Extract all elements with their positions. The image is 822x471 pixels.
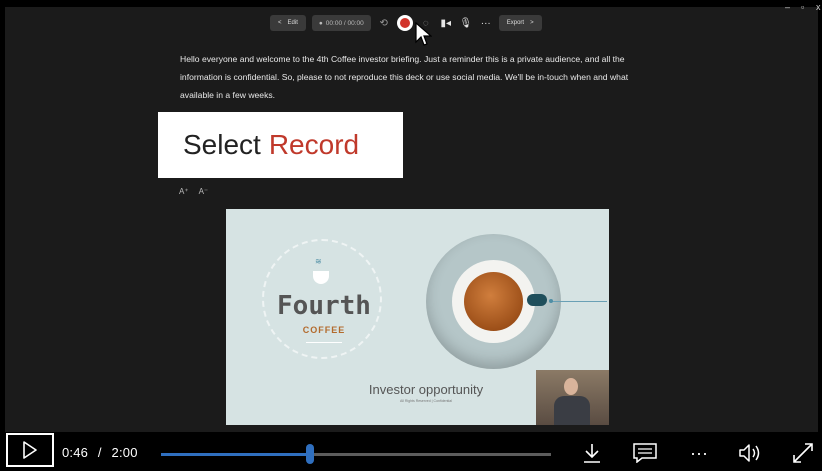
captions-button[interactable] [630, 440, 660, 466]
time-display: 0:46 / 2:00 [62, 445, 138, 460]
duration: 2:00 [111, 445, 138, 460]
more-icon: ··· [690, 442, 708, 463]
brand-fourth: Fourth [277, 291, 371, 321]
callout-highlight: Record [268, 129, 360, 160]
record-button[interactable] [396, 15, 413, 31]
export-label: Export [506, 20, 525, 26]
slide-title: Investor opportunity [368, 382, 484, 397]
close-button[interactable]: x [816, 0, 821, 14]
play-button[interactable] [6, 433, 54, 467]
seek-thumb[interactable] [306, 444, 315, 464]
minimize-button[interactable]: – [785, 0, 790, 14]
connector-line [551, 301, 607, 302]
seek-progress [161, 453, 311, 456]
chevron-left-icon: < [278, 20, 282, 26]
fullscreen-button[interactable] [788, 440, 818, 466]
more-options-icon[interactable]: ··· [479, 18, 493, 29]
coffee-cup [452, 260, 535, 343]
volume-icon [739, 444, 760, 462]
current-time: 0:46 [62, 445, 89, 460]
export-button[interactable]: Export > [498, 15, 542, 31]
more-button[interactable]: ··· [684, 440, 714, 466]
maximize-button[interactable]: ▫ [801, 0, 804, 14]
callout-prefix: Select [183, 129, 261, 160]
timer-text: 00:00 / 00:00 [325, 19, 364, 27]
coffee-photo [426, 234, 561, 369]
download-button[interactable] [577, 440, 607, 466]
font-size-controls: A⁺ A⁻ [179, 187, 208, 196]
slide-preview: ≋ Fourth COFFEE Investor opportunity All… [226, 209, 609, 425]
record-icon [399, 18, 410, 28]
presenter-body [554, 396, 590, 425]
time-separator: / [97, 445, 102, 460]
decrease-font-button[interactable]: A⁻ [199, 187, 209, 196]
camera-icon[interactable]: ▮◂ [439, 18, 453, 29]
logo-underline [306, 342, 342, 343]
connector-dot [549, 299, 553, 303]
retake-icon[interactable]: ⟲ [377, 18, 391, 29]
fullscreen-icon [793, 443, 813, 463]
teleprompter-text: Hello everyone and welcome to the 4th Co… [180, 54, 629, 100]
recording-timer: ● 00:00 / 00:00 [311, 15, 371, 31]
steam-icon: ≋ [315, 257, 322, 266]
volume-button[interactable] [736, 440, 766, 466]
camera-preview [536, 370, 609, 425]
presenter-head [564, 378, 578, 395]
mouse-cursor-icon [415, 22, 432, 46]
edit-label: Edit [287, 20, 298, 26]
seek-bar[interactable] [161, 453, 551, 456]
edit-button[interactable]: < Edit [270, 15, 306, 31]
timer-dot-icon: ● [318, 19, 323, 27]
microphone-icon[interactable]: 🎙 [459, 18, 473, 29]
chevron-right-icon: > [530, 20, 534, 26]
recording-toolbar: < Edit ● 00:00 / 00:00 ⟲ ◌ ▮◂ 🎙 ··· Expo… [270, 12, 542, 34]
coffee-surface [464, 272, 523, 331]
play-icon [23, 441, 37, 459]
slide-subtitle: All Rights Reserved | Confidential [399, 399, 453, 403]
captions-icon [633, 443, 657, 463]
instruction-callout: Select Record [158, 112, 403, 178]
brand-coffee: COFFEE [302, 325, 346, 335]
cup-handle [527, 294, 547, 306]
download-icon [584, 444, 600, 463]
increase-font-button[interactable]: A⁺ [179, 187, 189, 196]
